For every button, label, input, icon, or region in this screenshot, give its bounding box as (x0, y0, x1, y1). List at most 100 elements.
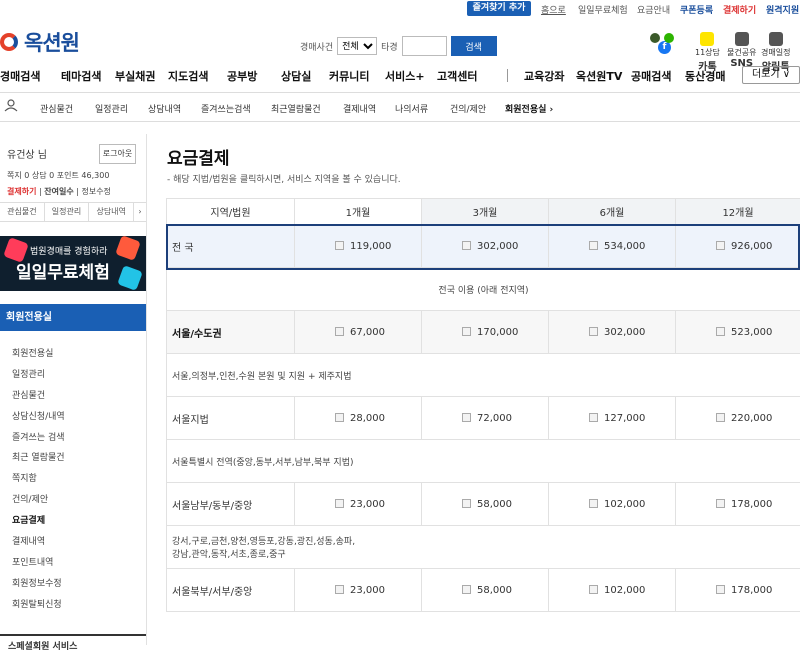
price-checkbox[interactable] (716, 585, 725, 594)
price-checkbox[interactable] (335, 327, 344, 336)
price-checkbox[interactable] (589, 413, 598, 422)
my-icon[interactable] (4, 99, 18, 115)
price-checkbox[interactable] (716, 499, 725, 508)
more-button[interactable]: 더보기 ∨ (742, 66, 800, 84)
social-icons[interactable]: f (650, 33, 674, 55)
region-cell[interactable]: 서울남부/동부/중앙 (167, 483, 295, 526)
nav-theme-search[interactable]: 테마검색 (61, 68, 101, 84)
sidebar-tab-consult[interactable]: 상담내역 (89, 203, 134, 221)
price-checkbox[interactable] (589, 499, 598, 508)
sidebar-item-saved-search[interactable]: 즐겨쓰는 검색 (12, 428, 65, 449)
price-cell[interactable]: 534,000 (549, 225, 676, 268)
price-cell[interactable]: 58,000 (422, 569, 549, 612)
price-cell[interactable]: 102,000 (549, 483, 676, 526)
nav-movable-auction[interactable]: 동산경매 (685, 68, 725, 84)
price-checkbox[interactable] (589, 585, 598, 594)
price-checkbox[interactable] (589, 241, 598, 250)
price-cell[interactable]: 67,000 (295, 311, 422, 354)
price-checkbox[interactable] (716, 327, 725, 336)
home-link[interactable]: 홈으로 (541, 3, 566, 16)
subnav-schedule[interactable]: 일정관리 (95, 102, 128, 115)
nav-study[interactable]: 공부방 (227, 68, 257, 84)
region-cell[interactable]: 서울지법 (167, 397, 295, 440)
price-cell[interactable]: 28,000 (295, 397, 422, 440)
sidebar-item-inbox[interactable]: 쪽지함 (12, 469, 65, 490)
price-cell[interactable]: 178,000 (676, 483, 800, 526)
subnav-member-room[interactable]: 회원전용실 › (505, 102, 553, 115)
free-trial-banner[interactable]: 법원경매를 경험하라 일일무료체험 (0, 236, 146, 291)
price-cell[interactable]: 178,000 (676, 569, 800, 612)
sidebar-edit-link[interactable]: 정보수정 (81, 187, 110, 196)
region-cell[interactable]: 서울북부/서부/중앙 (167, 569, 295, 612)
coupon-link[interactable]: 쿠폰등록 (680, 3, 713, 16)
price-checkbox[interactable] (335, 499, 344, 508)
naver-icon[interactable] (664, 33, 674, 43)
sidebar-item-profile[interactable]: 회원정보수정 (12, 574, 65, 595)
price-checkbox[interactable] (716, 241, 725, 250)
subnav-watchlist[interactable]: 관심물건 (40, 102, 73, 115)
sidebar-item-payment-history[interactable]: 결제내역 (12, 532, 65, 553)
sidebar-item-points[interactable]: 포인트내역 (12, 553, 65, 574)
price-cell[interactable]: 23,000 (295, 569, 422, 612)
price-cell[interactable]: 170,000 (422, 311, 549, 354)
price-checkbox[interactable] (462, 241, 471, 250)
price-cell[interactable]: 72,000 (422, 397, 549, 440)
price-checkbox[interactable] (589, 327, 598, 336)
price-cell[interactable]: 523,000 (676, 311, 800, 354)
subnav-payment-history[interactable]: 결제내역 (343, 102, 376, 115)
price-cell[interactable]: 302,000 (549, 311, 676, 354)
region-cell[interactable]: 전 국 (167, 225, 295, 268)
search-button[interactable]: 검색 (451, 36, 497, 56)
nav-map-search[interactable]: 지도검색 (168, 68, 208, 84)
price-checkbox[interactable] (335, 585, 344, 594)
price-cell[interactable]: 119,000 (295, 225, 422, 268)
subnav-recent[interactable]: 최근열람물건 (271, 102, 321, 115)
case-number-input[interactable] (402, 36, 447, 56)
price-cell[interactable]: 127,000 (549, 397, 676, 440)
price-checkbox[interactable] (462, 499, 471, 508)
court-select[interactable]: 전체 (337, 37, 377, 55)
sidebar-tab-watchlist[interactable]: 관심물건 (0, 203, 45, 221)
sidebar-tab-next[interactable]: › (134, 203, 146, 221)
subnav-documents[interactable]: 나의서류 (395, 102, 428, 115)
nav-service-plus[interactable]: 서비스+ (385, 68, 425, 84)
sidebar-item-suggestion[interactable]: 건의/제안 (12, 490, 65, 511)
sidebar-item-recent[interactable]: 최근 열람물건 (12, 448, 65, 469)
price-cell[interactable]: 302,000 (422, 225, 549, 268)
price-checkbox[interactable] (462, 327, 471, 336)
subnav-suggestion[interactable]: 건의/제안 (450, 102, 486, 115)
nav-education[interactable]: 교육강좌 (524, 68, 564, 84)
sidebar-item-withdraw[interactable]: 회원탈퇴신청 (12, 595, 65, 616)
price-cell[interactable]: 220,000 (676, 397, 800, 440)
nav-consult[interactable]: 상담실 (281, 68, 311, 84)
add-favorite-button[interactable]: 즐겨찾기 추가 (467, 1, 531, 16)
price-cell[interactable]: 23,000 (295, 483, 422, 526)
price-cell[interactable]: 102,000 (549, 569, 676, 612)
sidebar-item-schedule[interactable]: 일정관리 (12, 365, 65, 386)
nav-npl[interactable]: 부실채권 (115, 68, 155, 84)
subnav-consult-history[interactable]: 상담내역 (148, 102, 181, 115)
nav-public-auction[interactable]: 공매검색 (631, 68, 671, 84)
band-icon[interactable] (650, 33, 660, 43)
logout-button[interactable]: 로그아웃 (99, 144, 136, 164)
nav-tv[interactable]: 옥션원TV (576, 68, 622, 84)
sidebar-item-consult[interactable]: 상담신청/내역 (12, 407, 65, 428)
price-checkbox[interactable] (335, 241, 344, 250)
pricing-link[interactable]: 요금안내 (637, 3, 670, 16)
region-cell[interactable]: 서울/수도권 (167, 311, 295, 354)
nav-auction-search[interactable]: 경매검색 (0, 68, 40, 84)
sidebar-item-watchlist[interactable]: 관심물건 (12, 386, 65, 407)
sidebar-tab-schedule[interactable]: 일정관리 (45, 203, 90, 221)
sidebar-remaining-link[interactable]: 잔여일수 (44, 187, 73, 196)
price-cell[interactable]: 58,000 (422, 483, 549, 526)
price-checkbox[interactable] (462, 413, 471, 422)
logo[interactable]: 옥션원 (0, 30, 79, 54)
price-cell[interactable]: 926,000 (676, 225, 800, 268)
nav-customer-center[interactable]: 고객센터 (437, 68, 477, 84)
subnav-saved-search[interactable]: 즐겨쓰는검색 (201, 102, 251, 115)
sidebar-item-member-room[interactable]: 회원전용실 (12, 344, 65, 365)
payment-link[interactable]: 결제하기 (723, 3, 756, 16)
free-trial-link[interactable]: 일일무료체험 (578, 3, 628, 16)
price-checkbox[interactable] (462, 585, 471, 594)
sidebar-pay-link[interactable]: 결제하기 (7, 187, 36, 196)
